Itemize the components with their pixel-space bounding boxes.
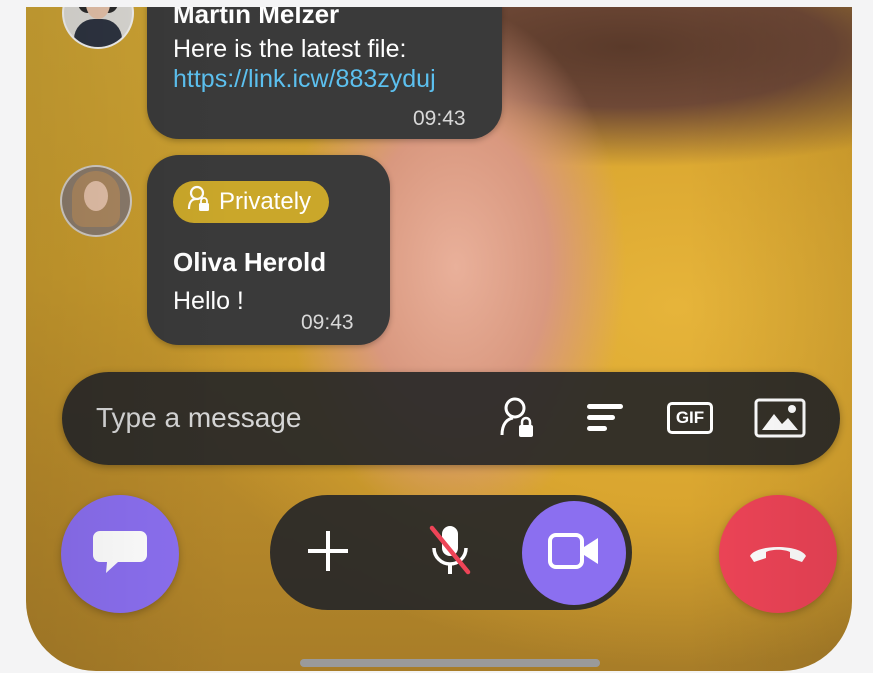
private-user-lock-icon[interactable] bbox=[496, 396, 540, 440]
message-sender: Oliva Herold bbox=[173, 247, 327, 277]
message-text: Hello ! bbox=[173, 287, 244, 315]
message-bubble[interactable]: Martin Melzer Here is the latest file: h… bbox=[147, 7, 502, 139]
add-button[interactable] bbox=[296, 523, 360, 583]
call-controls-bar bbox=[270, 495, 632, 610]
private-badge-label: Privately bbox=[219, 188, 312, 215]
video-call-screen: Martin Melzer Here is the latest file: h… bbox=[26, 7, 852, 671]
plus-icon bbox=[306, 529, 350, 578]
private-user-lock-icon bbox=[187, 185, 211, 220]
avatar-martin[interactable] bbox=[62, 7, 134, 49]
message-input[interactable]: Type a message bbox=[96, 402, 301, 434]
microphone-muted-icon bbox=[426, 522, 474, 583]
image-icon[interactable] bbox=[752, 396, 808, 440]
chat-bubble-icon bbox=[92, 527, 148, 582]
message-text: Here is the latest file: bbox=[173, 35, 407, 63]
gif-button[interactable]: GIF bbox=[662, 396, 718, 440]
avatar-oliva[interactable] bbox=[60, 165, 132, 237]
message-composer: Type a message GIF bbox=[62, 372, 840, 465]
video-toggle-button[interactable] bbox=[522, 501, 626, 605]
message-time: 09:43 bbox=[413, 107, 466, 130]
message-bubble[interactable]: Privately Oliva Herold Hello ! 09:43 bbox=[147, 155, 390, 345]
mute-button[interactable] bbox=[418, 519, 482, 585]
phone-hangup-icon bbox=[746, 538, 810, 571]
message-link[interactable]: https://link.icw/883zyduj bbox=[173, 65, 436, 94]
private-badge: Privately bbox=[173, 181, 330, 223]
message-sender: Martin Melzer bbox=[173, 7, 340, 29]
chat-button[interactable] bbox=[61, 495, 179, 613]
gif-label: GIF bbox=[666, 402, 714, 434]
video-camera-icon bbox=[547, 531, 601, 576]
hangup-button[interactable] bbox=[719, 495, 837, 613]
home-indicator[interactable] bbox=[300, 659, 600, 667]
text-format-icon[interactable] bbox=[583, 396, 627, 440]
message-time: 09:43 bbox=[301, 311, 354, 334]
